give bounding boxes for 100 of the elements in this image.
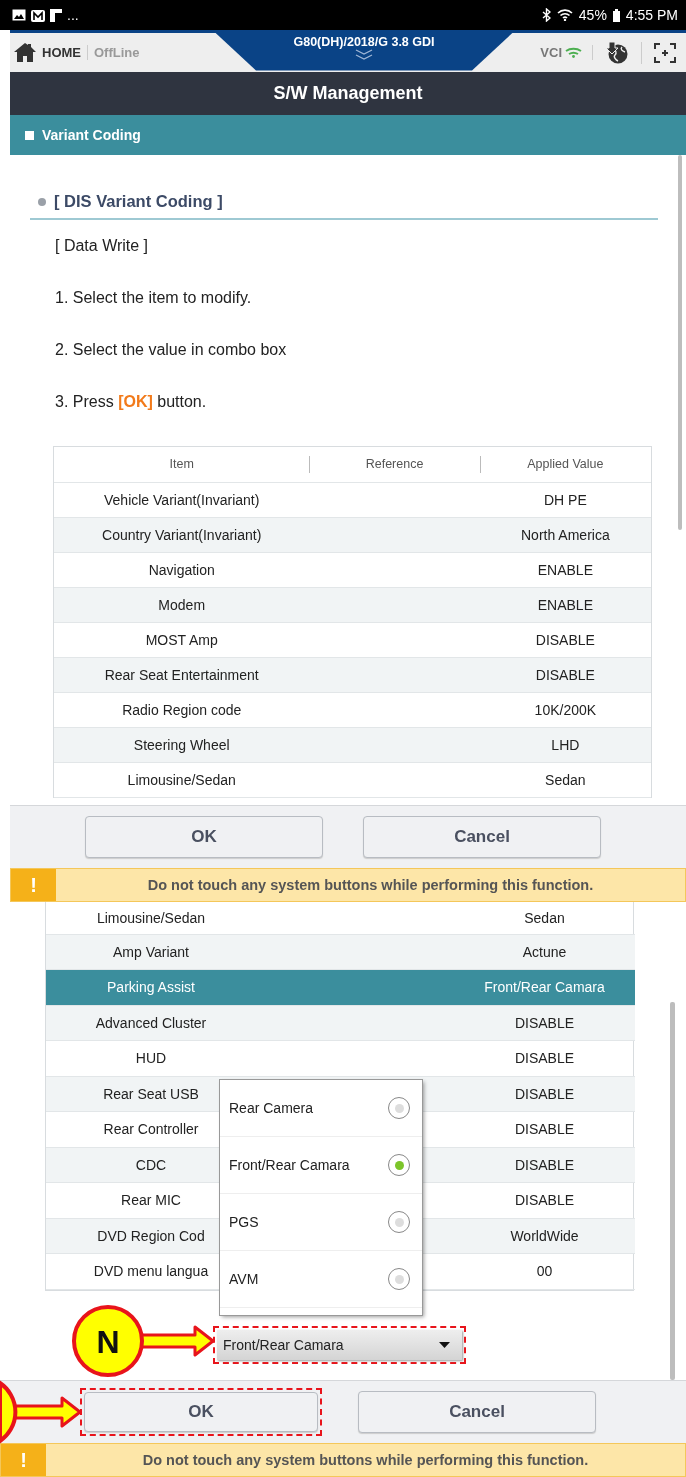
item-cell: Amp Variant (113, 943, 189, 960)
square-bullet-icon (25, 130, 34, 140)
column-header: Applied Value (479, 447, 651, 482)
dropdown-option[interactable]: PGS (220, 1194, 422, 1251)
value-cell: ENABLE (479, 587, 651, 622)
item-cell: DVD Region Cod (97, 1227, 205, 1244)
item-cell: Rear Controller (103, 1121, 199, 1138)
value-cell: Front/Rear Camara (454, 969, 635, 1005)
item-cell: HUD (135, 1050, 167, 1067)
item-cell: CDC (135, 1156, 167, 1173)
value-cell: North America (479, 517, 651, 552)
table-row[interactable]: Vehicle Variant(Invariant) DH PE (54, 482, 651, 517)
connection-status: OffLine (87, 45, 140, 60)
warning-icon: ! (1, 1444, 46, 1476)
mail-icon (31, 8, 45, 22)
dialog-button[interactable]: OK (84, 1392, 318, 1432)
column-header: Reference (309, 447, 480, 482)
table-row[interactable]: Advanced Cluster DISABLE (46, 1005, 635, 1041)
value-cell: DISABLE (454, 1040, 635, 1076)
value-cell: WorldWide (454, 1218, 635, 1254)
globe-download-icon[interactable] (605, 41, 629, 64)
value-cell: DISABLE (454, 1147, 635, 1183)
table-row[interactable]: Navigation ENABLE (54, 552, 651, 587)
item-cell: Country Variant(Invariant) (102, 526, 262, 543)
bullet-icon (38, 197, 46, 206)
item-cell: Vehicle Variant(Invariant) (104, 491, 260, 508)
item-cell: Rear Seat Entertainment (104, 666, 259, 683)
warning-text: Do not touch any system buttons while performing this function. (146, 876, 595, 895)
warning-icon: ! (11, 869, 56, 901)
item-cell: Modem (158, 596, 206, 613)
wifi-icon (556, 9, 573, 21)
battery-icon (612, 8, 620, 22)
value-cell: DISABLE (454, 1182, 635, 1218)
value-cell: Sedan (454, 902, 635, 934)
item-cell: MOST Amp (145, 631, 218, 648)
value-cell: DISABLE (479, 657, 651, 692)
battery-percent: 45% (578, 7, 607, 23)
instruction-text: 3. Press [OK] button. (55, 392, 208, 412)
chevron-down-icon[interactable] (355, 48, 373, 60)
warning-text: Do not touch any system buttons while performing this function. (141, 1451, 590, 1470)
option-label: AVM (229, 1271, 259, 1287)
page-title: S/W Management (10, 72, 686, 115)
table-row[interactable]: Steering Wheel LHD (54, 727, 651, 762)
item-cell: Parking Assist (107, 979, 195, 996)
section-title: Variant Coding (42, 127, 141, 143)
dropdown-option[interactable]: Front/Rear Camara (220, 1137, 422, 1194)
scan-frame-icon[interactable] (654, 42, 676, 63)
notification-more: ... (67, 7, 79, 23)
item-cell: Advanced Cluster (95, 1014, 207, 1031)
combo-box[interactable]: Front/Rear Camara (217, 1330, 462, 1360)
home-icon[interactable] (14, 43, 36, 62)
flag-icon (50, 8, 62, 22)
value-cell: DH PE (479, 482, 651, 517)
table-row[interactable]: Radio Region code 10K/200K (54, 692, 651, 727)
item-cell: Rear Seat USB (103, 1085, 199, 1102)
value-cell: DISABLE (454, 1005, 635, 1041)
item-cell: Radio Region code (122, 701, 242, 718)
callout-circle (72, 1305, 144, 1377)
callout-label: N (96, 1324, 120, 1360)
table-row[interactable]: Parking Assist Front/Rear Camara (46, 969, 635, 1005)
caret-down-icon (439, 1342, 450, 1348)
item-cell: Rear MIC (121, 1192, 181, 1209)
image-icon (12, 9, 26, 21)
home-link[interactable]: HOME (42, 45, 81, 60)
dropdown-option[interactable]: AVM (220, 1251, 422, 1308)
item-cell: Steering Wheel (133, 736, 230, 753)
vci-label: VCI (540, 45, 562, 60)
item-cell: Limousine/Sedan (96, 909, 206, 926)
value-cell: ENABLE (479, 552, 651, 587)
instruction-text: [ Data Write ] (55, 236, 150, 256)
signal-icon (565, 47, 582, 58)
value-cell: 00 (454, 1253, 635, 1289)
clock-time: 4:55 PM (625, 7, 678, 23)
vehicle-title[interactable]: G80(DH)/2018/G 3.8 GDI (293, 34, 435, 49)
dialog-button[interactable]: Cancel (358, 1391, 596, 1433)
value-cell: LHD (479, 727, 651, 762)
value-cell: 10K/200K (479, 692, 651, 727)
combo-value: Front/Rear Camara (223, 1337, 344, 1353)
instruction-text: 2. Select the value in combo box (55, 340, 288, 360)
table-row[interactable]: HUD DISABLE (46, 1040, 635, 1076)
dialog-button[interactable]: OK (85, 816, 323, 858)
item-cell: Navigation (148, 561, 215, 578)
option-label: Front/Rear Camara (229, 1157, 350, 1173)
table-row[interactable]: Amp Variant Actune (46, 934, 635, 970)
table-row[interactable]: MOST Amp DISABLE (54, 622, 651, 657)
scrollbar[interactable] (678, 155, 682, 530)
bluetooth-icon (541, 8, 551, 22)
item-cell: DVD menu langua (93, 1263, 209, 1280)
item-cell: Limousine/Sedan (127, 771, 236, 788)
value-cell: Actune (454, 934, 635, 970)
table-row[interactable]: Limousine/Sedan Sedan (54, 762, 651, 797)
scrollbar[interactable] (670, 1002, 675, 1380)
dialog-button[interactable]: Cancel (363, 816, 601, 858)
section-heading: [ DIS Variant Coding ] (54, 192, 223, 211)
table-row[interactable]: Limousine/Sedan Sedan (46, 902, 635, 934)
value-cell: DISABLE (479, 622, 651, 657)
value-cell: DISABLE (454, 1076, 635, 1112)
value-cell: Sedan (479, 762, 651, 797)
value-cell: DISABLE (454, 1111, 635, 1147)
dropdown-option[interactable]: Rear Camera (220, 1080, 422, 1137)
